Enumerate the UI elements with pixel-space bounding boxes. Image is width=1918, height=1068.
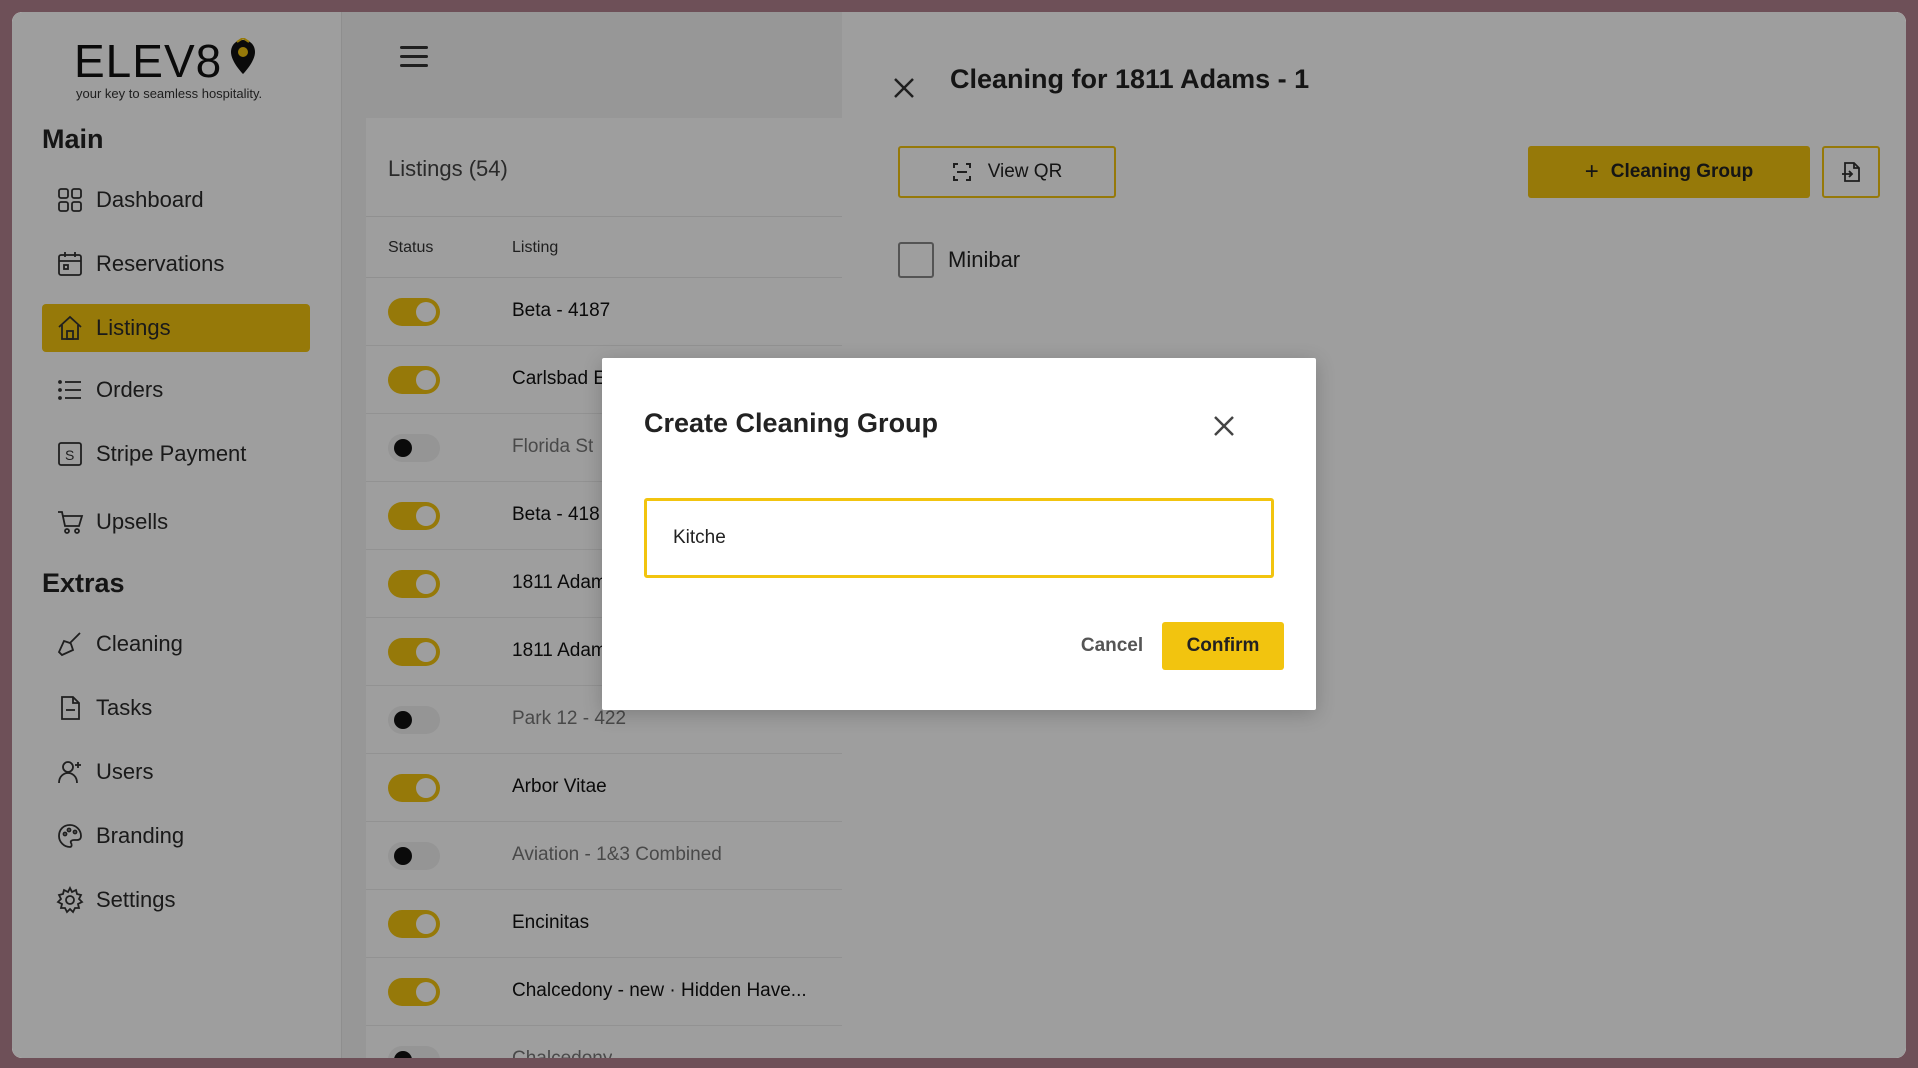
create-cleaning-group-dialog: Create Cleaning Group Cancel Confirm — [602, 358, 1316, 710]
close-icon[interactable] — [1210, 412, 1238, 440]
dialog-title: Create Cleaning Group — [644, 408, 939, 438]
app-window: ELEV8 your key to seamless hospitality. … — [12, 12, 1906, 1058]
cancel-button[interactable]: Cancel — [1052, 622, 1172, 670]
confirm-button[interactable]: Confirm — [1162, 622, 1284, 670]
group-name-input[interactable] — [644, 498, 1274, 578]
